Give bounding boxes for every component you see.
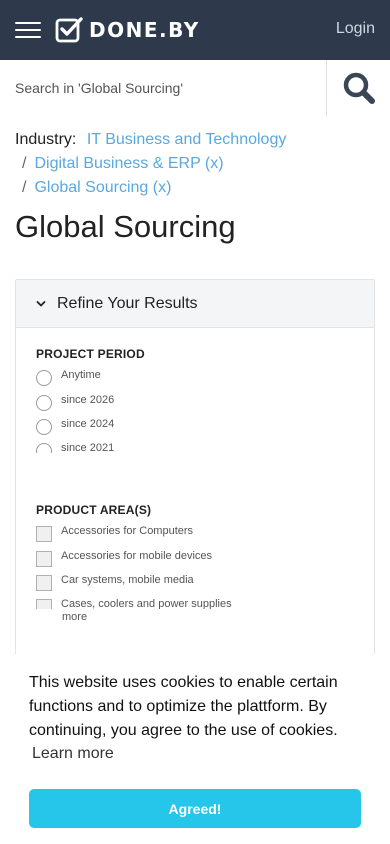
search-bar [0,60,390,116]
breadcrumb: Industry: IT Business and Technology / Di… [15,128,286,200]
option-label: Accessories for Computers [61,525,194,537]
chevron-down-icon [36,300,46,306]
radio-button[interactable] [36,442,52,453]
page-title: Global Sourcing [15,209,236,244]
option-label: since 2026 [61,394,115,406]
product-area-option-cases[interactable]: Cases, coolers and power supplies [36,594,232,609]
breadcrumb-item-global-sourcing[interactable]: Global Sourcing (x) [34,179,171,196]
search-button[interactable] [326,60,390,116]
checkbox[interactable] [36,574,52,591]
checkbox-logo-icon [55,17,83,43]
checkbox[interactable] [36,525,52,542]
option-label: Cases, coolers and power supplies [61,598,232,609]
refine-results-toggle[interactable]: Refine Your Results [16,280,374,328]
cookie-consent-banner: This website uses cookies to enable cert… [0,654,390,844]
hamburger-menu-icon[interactable] [15,21,41,39]
search-icon [343,72,375,104]
checkbox[interactable] [36,598,52,609]
product-area-option-mobile-devices[interactable]: Accessories for mobile devices [36,546,213,567]
breadcrumb-separator: / [22,179,27,196]
project-period-list: Anytime since 2026 since 2024 since 2021 [16,365,374,453]
search-input[interactable] [0,60,327,116]
logo[interactable]: DONE.BY [55,16,200,44]
option-label: Car systems, mobile media [61,574,194,586]
cookie-accept-button[interactable]: Agreed! [29,789,361,828]
cookie-learn-more-link[interactable]: Learn more [32,745,114,763]
radio-button[interactable] [36,369,52,386]
checkbox[interactable] [36,550,52,567]
project-period-option-2026[interactable]: since 2026 [36,390,115,411]
top-navigation-bar: DONE.BY Login [0,0,390,60]
product-area-option-car-systems[interactable]: Car systems, mobile media [36,570,194,591]
radio-button[interactable] [36,394,52,411]
option-label: since 2021 [61,442,115,453]
logo-text: DONE.BY [89,18,200,42]
option-label: Accessories for mobile devices [61,550,213,562]
option-label: Anytime [61,369,101,381]
radio-button[interactable] [36,418,52,435]
refine-results-title: Refine Your Results [57,294,198,312]
breadcrumb-item-digital-business[interactable]: Digital Business & ERP (x) [34,155,223,172]
project-period-option-2021[interactable]: since 2021 [36,438,114,453]
breadcrumb-item-it-business[interactable]: IT Business and Technology [87,131,287,148]
project-period-title: PROJECT PERIOD [36,347,145,361]
option-label: since 2024 [61,418,115,430]
product-area-more-link[interactable]: more [62,611,87,623]
cookie-message: This website uses cookies to enable cert… [29,674,338,739]
breadcrumb-separator: / [22,155,27,172]
project-period-option-2024[interactable]: since 2024 [36,414,115,435]
login-link[interactable]: Login [336,20,375,38]
breadcrumb-label: Industry: [15,131,77,148]
project-period-option-anytime[interactable]: Anytime [36,365,101,386]
product-area-list: Accessories for Computers Accessories fo… [16,521,374,609]
product-area-title: PRODUCT AREA(S) [36,503,152,517]
product-area-option-computers[interactable]: Accessories for Computers [36,521,194,542]
